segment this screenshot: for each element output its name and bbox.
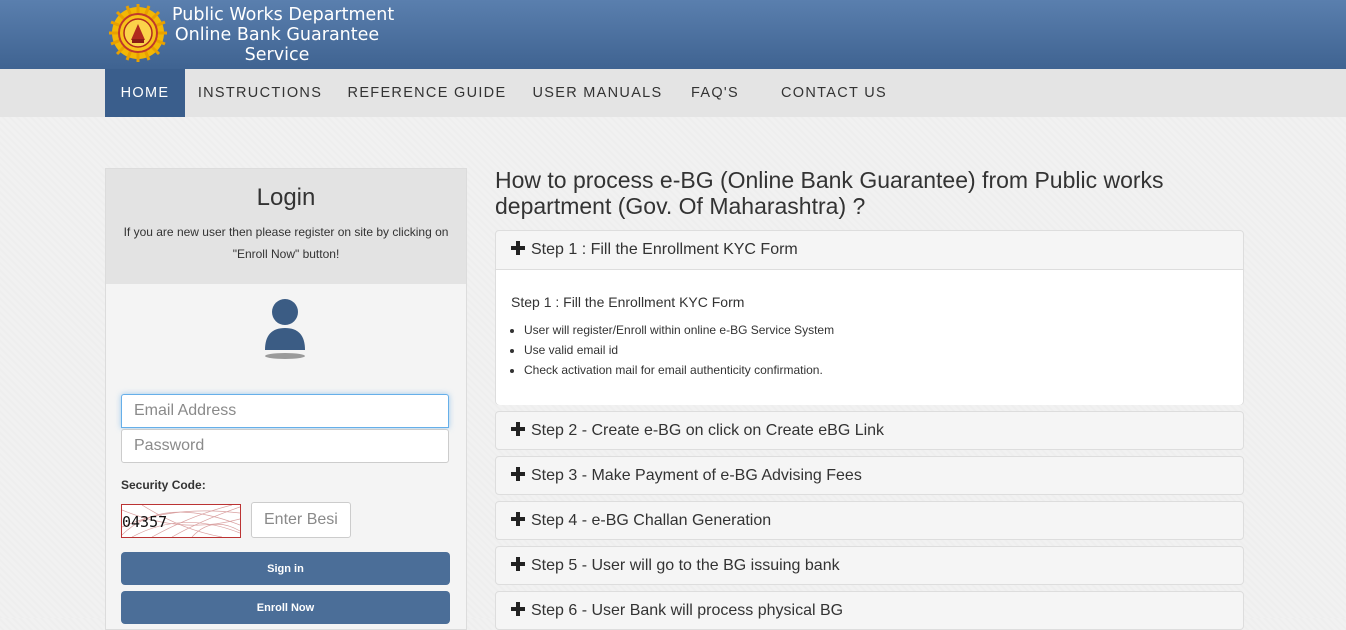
email-field[interactable] [121, 394, 449, 428]
step-label-6: Step 6 - User Bank will process physical… [531, 602, 844, 619]
enroll-now-button[interactable]: Enroll Now [121, 591, 450, 624]
nav-home[interactable]: HOME [105, 69, 185, 117]
step-panel-2: Step 2 - Create e-BG on click on Create … [495, 411, 1244, 450]
login-header: Login If you are new user then please re… [106, 169, 466, 284]
list-item: User will register/Enroll within online … [524, 320, 834, 340]
step-toggle-2[interactable]: Step 2 - Create e-BG on click on Create … [496, 412, 1243, 450]
list-item: Check activation mail for email authenti… [524, 360, 834, 380]
plus-icon [511, 422, 525, 436]
plus-icon [511, 602, 525, 616]
step-body-title: Step 1 : Fill the Enrollment KYC Form [511, 294, 745, 310]
step-body-1: Step 1 : Fill the Enrollment KYC Form Us… [496, 269, 1243, 405]
nav-instructions[interactable]: INSTRUCTIONS [185, 69, 335, 117]
government-seal-icon[interactable] [108, 3, 168, 63]
step-panel-3: Step 3 - Make Payment of e-BG Advising F… [495, 456, 1244, 495]
step-label-2: Step 2 - Create e-BG on click on Create … [531, 422, 885, 439]
site-brand-title: Public Works Department Online Bank Guar… [172, 5, 395, 65]
main-navbar: HOME INSTRUCTIONS REFERENCE GUIDE USER M… [0, 69, 1346, 117]
password-field[interactable] [121, 429, 449, 463]
brand-line-1: Public Works Department [172, 5, 395, 25]
nav-user-manuals[interactable]: USER MANUALS [519, 69, 676, 117]
plus-icon [511, 512, 525, 526]
plus-icon [511, 557, 525, 571]
step-panel-1: Step 1 : Fill the Enrollment KYC Form St… [495, 230, 1244, 405]
plus-icon [511, 467, 525, 481]
user-icon [265, 299, 305, 359]
step-panel-6: Step 6 - User Bank will process physical… [495, 591, 1244, 630]
captcha-text: 04357 [122, 513, 168, 531]
step-label-1: Step 1 : Fill the Enrollment KYC Form [531, 241, 798, 258]
nav-reference-guide[interactable]: REFERENCE GUIDE [335, 69, 519, 117]
step-toggle-1[interactable]: Step 1 : Fill the Enrollment KYC Form [496, 231, 1243, 269]
nav-faqs[interactable]: FAQ'S [676, 69, 754, 117]
nav-contact-us[interactable]: CONTACT US [766, 69, 902, 117]
brand-line-2: Online Bank Guarantee [174, 25, 380, 45]
list-item: Use valid email id [524, 340, 834, 360]
step-panel-4: Step 4 - e-BG Challan Generation [495, 501, 1244, 540]
step-label-5: Step 5 - User will go to the BG issuing … [531, 557, 840, 574]
site-header: Public Works Department Online Bank Guar… [0, 0, 1346, 69]
captcha-input[interactable] [251, 502, 351, 538]
security-code-label: Security Code: [121, 478, 206, 492]
step-toggle-3[interactable]: Step 3 - Make Payment of e-BG Advising F… [496, 457, 1243, 495]
step-label-3: Step 3 - Make Payment of e-BG Advising F… [531, 467, 862, 484]
login-title: Login [256, 184, 316, 211]
captcha-image: 04357 [121, 504, 241, 538]
step-label-4: Step 4 - e-BG Challan Generation [531, 512, 772, 529]
brand-line-3: Service [244, 45, 310, 65]
plus-icon [511, 241, 525, 255]
login-subtitle: If you are new user then please register… [123, 225, 449, 261]
step-toggle-5[interactable]: Step 5 - User will go to the BG issuing … [496, 547, 1243, 585]
step-bullet-list: User will register/Enroll within online … [506, 320, 834, 380]
login-panel: Login If you are new user then please re… [105, 168, 467, 630]
step-panel-5: Step 5 - User will go to the BG issuing … [495, 546, 1244, 585]
step-toggle-6[interactable]: Step 6 - User Bank will process physical… [496, 592, 1243, 630]
page-title: How to process e-BG (Online Bank Guarant… [495, 167, 1164, 219]
step-toggle-4[interactable]: Step 4 - e-BG Challan Generation [496, 502, 1243, 540]
sign-in-button[interactable]: Sign in [121, 552, 450, 585]
